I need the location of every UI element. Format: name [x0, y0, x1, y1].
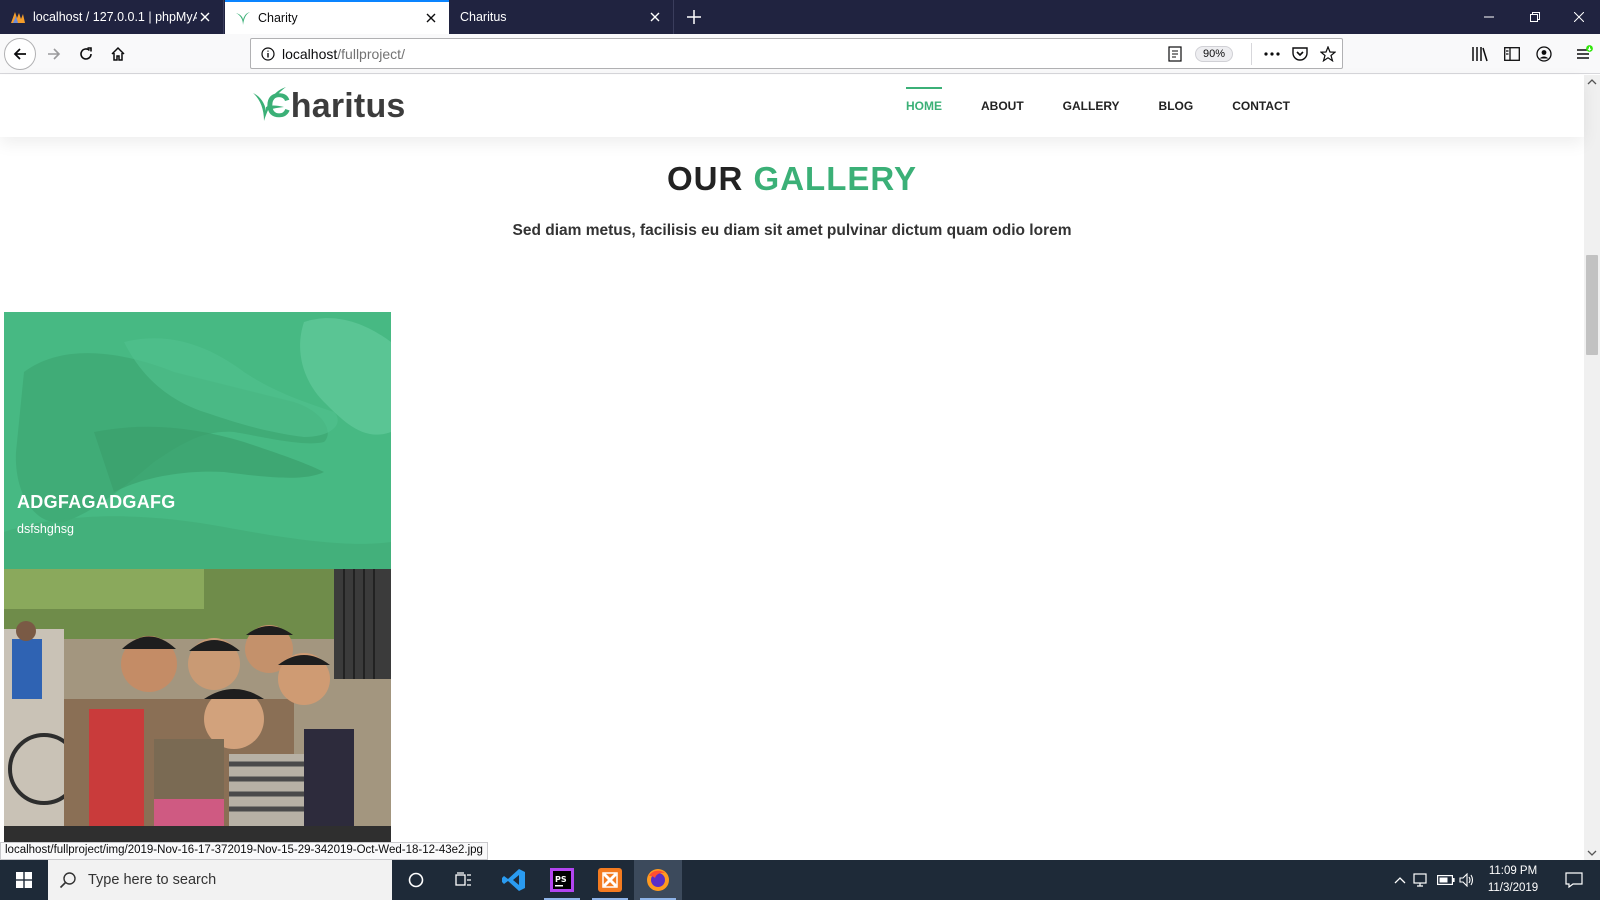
plus-icon	[687, 10, 701, 24]
gallery-item-caption: dsfshghsg	[17, 522, 74, 536]
children-photo-image	[4, 569, 391, 826]
search-placeholder: Type here to search	[88, 872, 217, 888]
tab-label: Charitus	[460, 10, 507, 24]
phpstorm-app[interactable]: PS	[538, 860, 586, 900]
xampp-app[interactable]	[586, 860, 634, 900]
scroll-up-icon	[1587, 79, 1597, 85]
reload-icon	[80, 47, 92, 60]
minimize-button[interactable]	[1466, 0, 1512, 34]
cortana-button[interactable]	[392, 860, 440, 900]
library-icon[interactable]	[1464, 38, 1496, 70]
windows-logo-icon	[16, 872, 32, 888]
close-window-button[interactable]	[1558, 0, 1600, 34]
back-button[interactable]	[4, 38, 36, 70]
menu-item-home[interactable]: HOME	[905, 75, 942, 137]
new-tab-button[interactable]	[682, 5, 706, 29]
forward-button[interactable]	[38, 38, 70, 70]
reader-view-icon[interactable]	[1161, 39, 1189, 68]
battery-icon[interactable]	[1434, 860, 1458, 900]
tab-charity[interactable]: Charity	[225, 0, 449, 34]
divider	[1251, 42, 1252, 65]
clock-time: 11:09 PM	[1488, 865, 1538, 877]
gallery-item-title: ADGFAGADGAFG	[17, 492, 176, 512]
clock-date: 11/3/2019	[1487, 882, 1539, 894]
address-bar[interactable]: localhost/fullproject/ 90%	[250, 38, 1343, 69]
menu-item-gallery[interactable]: GALLERY	[1063, 75, 1120, 137]
windows-taskbar: Type here to search PS 11:09 PM 11/3/201…	[0, 860, 1600, 900]
phpstorm-icon: PS	[550, 868, 574, 892]
tab-charitus[interactable]: Charitus	[450, 0, 674, 34]
page-actions-icon[interactable]	[1258, 39, 1286, 68]
account-icon[interactable]	[1528, 38, 1560, 70]
site-header: Charitus HOME ABOUT GALLERY BLOG CONTACT	[0, 75, 1584, 137]
home-button[interactable]	[102, 38, 134, 70]
show-hidden-icons-button[interactable]	[1390, 860, 1410, 900]
menu-hamburger-icon[interactable]	[1568, 38, 1600, 70]
network-icon[interactable]	[1410, 860, 1434, 900]
arrow-left-icon	[13, 48, 26, 60]
menu-item-blog[interactable]: BLOG	[1159, 75, 1194, 137]
volume-icon[interactable]	[1456, 860, 1478, 900]
close-tab-icon[interactable]	[647, 9, 663, 25]
browser-navbar: localhost/fullproject/ 90%	[0, 34, 1600, 74]
tab-label: Charity	[258, 11, 298, 25]
home-icon	[111, 46, 125, 61]
phpmyadmin-favicon-icon	[10, 9, 26, 25]
link-status-tooltip: localhost/fullproject/img/2019-Nov-16-17…	[0, 842, 488, 860]
xampp-icon	[598, 868, 622, 892]
search-icon	[48, 871, 88, 889]
main-menu: HOME ABOUT GALLERY BLOG CONTACT	[867, 75, 1290, 137]
vscode-app[interactable]	[490, 860, 538, 900]
tab-label: localhost / 127.0.0.1 | phpMyAdmin	[33, 10, 197, 24]
arrow-right-icon	[48, 48, 61, 60]
scrollbar-thumb[interactable]	[1586, 255, 1598, 355]
leaf-favicon-icon	[235, 10, 251, 26]
menu-item-about[interactable]: ABOUT	[981, 75, 1024, 137]
charitus-logo[interactable]: Charitus	[252, 83, 406, 129]
reload-button[interactable]	[70, 38, 102, 70]
cortana-circle-icon	[408, 872, 424, 888]
tab-phpmyadmin[interactable]: localhost / 127.0.0.1 | phpMyAdmin	[0, 0, 224, 34]
site-info-icon[interactable]	[254, 39, 282, 68]
zoom-level-badge[interactable]: 90%	[1194, 45, 1233, 62]
sidebar-icon[interactable]	[1496, 38, 1528, 70]
action-center-button[interactable]	[1554, 860, 1594, 900]
scroll-down-icon	[1587, 850, 1597, 856]
menu-item-contact[interactable]: CONTACT	[1232, 75, 1290, 137]
pocket-icon[interactable]	[1286, 39, 1314, 68]
taskbar-search-box[interactable]: Type here to search	[48, 860, 392, 900]
notification-icon	[1565, 872, 1583, 888]
gallery-subtitle: Sed diam metus, facilisis eu diam sit am…	[512, 222, 1072, 239]
taskbar-clock[interactable]: 11:09 PM 11/3/2019	[1478, 863, 1548, 897]
task-view-icon	[455, 872, 471, 886]
browser-tab-strip: localhost / 127.0.0.1 | phpMyAdmin Chari…	[0, 0, 1600, 34]
vscode-icon	[502, 869, 525, 891]
close-tab-icon[interactable]	[197, 9, 213, 25]
page-scrollbar[interactable]	[1584, 75, 1600, 860]
restore-button[interactable]	[1512, 0, 1558, 34]
bookmark-star-icon[interactable]	[1314, 39, 1342, 68]
close-tab-icon[interactable]	[423, 10, 439, 26]
gallery-item[interactable]	[4, 569, 391, 826]
start-button[interactable]	[0, 860, 48, 900]
leaf-logo-icon	[253, 87, 286, 121]
gallery-item[interactable]: ADGFAGADGAFG dsfshghsg	[4, 312, 391, 569]
svg-text:PS: PS	[555, 875, 567, 884]
gallery-heading: OUR GALLERY	[667, 160, 917, 197]
url-text[interactable]: localhost/fullproject/	[282, 46, 1161, 62]
chevron-up-icon	[1394, 877, 1406, 884]
firefox-app[interactable]	[634, 860, 682, 900]
task-view-button[interactable]	[440, 860, 488, 900]
firefox-icon	[647, 869, 669, 891]
